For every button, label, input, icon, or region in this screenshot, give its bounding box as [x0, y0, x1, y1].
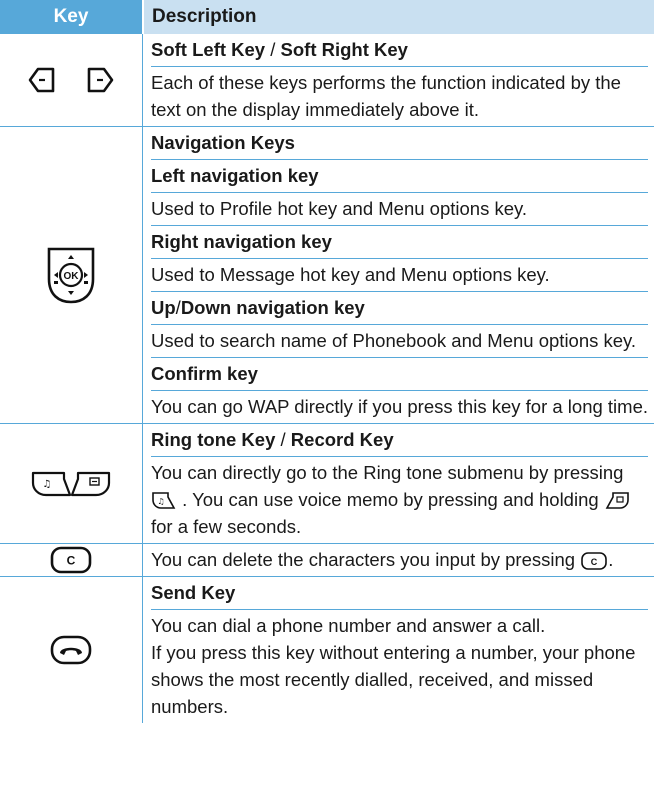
- header-key: Key: [0, 0, 142, 34]
- soft-keys-icon: [0, 34, 143, 126]
- ringtone-key-inline-icon: ♫: [151, 491, 177, 511]
- svg-text:C: C: [591, 557, 598, 567]
- soft-keys-title: Soft Left Key / Soft Right Key: [151, 34, 648, 67]
- clear-key-inline-icon: C: [580, 551, 608, 571]
- clear-key-icon: C: [0, 544, 143, 576]
- ringtone-record-text: You can directly go to the Ring tone sub…: [151, 457, 648, 543]
- confirm-key-title: Confirm key: [151, 358, 648, 391]
- record-key-inline-icon: [604, 491, 630, 511]
- send-key-text: You can dial a phone number and answer a…: [151, 615, 636, 717]
- up-down-nav-title: Up/Down navigation key: [151, 292, 648, 325]
- clear-key-text: You can delete the characters you input …: [151, 549, 614, 571]
- table-row-clear-key: C You can delete the characters you inpu…: [0, 544, 654, 577]
- table-row-soft-keys: Soft Left Key / Soft Right Key Each of t…: [0, 34, 654, 127]
- table-row-send-key: Send Key You can dial a phone number and…: [0, 577, 654, 723]
- svg-text:♫: ♫: [157, 497, 164, 506]
- up-down-nav-text: Used to search name of Phonebook and Men…: [151, 325, 648, 358]
- table-row-ringtone-record: ♫ Ring tone Key / Record Key You can dir…: [0, 424, 654, 544]
- svg-text:♫: ♫: [43, 479, 52, 490]
- left-nav-text: Used to Profile hot key and Menu options…: [151, 193, 648, 226]
- left-nav-title: Left navigation key: [151, 160, 648, 193]
- send-key-title: Send Key: [151, 577, 648, 610]
- header-description: Description: [144, 0, 654, 34]
- soft-keys-description: Soft Left Key / Soft Right Key Each of t…: [143, 34, 654, 126]
- ringtone-record-title: Ring tone Key / Record Key: [151, 424, 648, 457]
- navigation-keys-description: Navigation Keys Left navigation key Used…: [143, 127, 654, 423]
- navigation-ok-key-icon: OK: [0, 127, 143, 423]
- svg-text:OK: OK: [64, 271, 80, 282]
- ringtone-record-description: Ring tone Key / Record Key You can direc…: [143, 424, 654, 543]
- confirm-key-text: You can go WAP directly if you press thi…: [151, 396, 648, 417]
- key-description-table: Key Description Soft Left Key / Soft Rig…: [0, 0, 654, 723]
- soft-keys-text: Each of these keys performs the function…: [151, 72, 621, 120]
- table-row-navigation-keys: OK Navigation Keys Left navigation key U…: [0, 127, 654, 424]
- svg-text:C: C: [67, 554, 76, 568]
- send-key-description: Send Key You can dial a phone number and…: [143, 577, 654, 723]
- right-nav-title: Right navigation key: [151, 226, 648, 259]
- clear-key-description: You can delete the characters you input …: [143, 544, 654, 576]
- send-key-icon: [0, 577, 143, 723]
- navigation-keys-title: Navigation Keys: [151, 127, 648, 160]
- table-header: Key Description: [0, 0, 654, 34]
- ringtone-record-keys-icon: ♫: [0, 424, 143, 543]
- right-nav-text: Used to Message hot key and Menu options…: [151, 259, 648, 292]
